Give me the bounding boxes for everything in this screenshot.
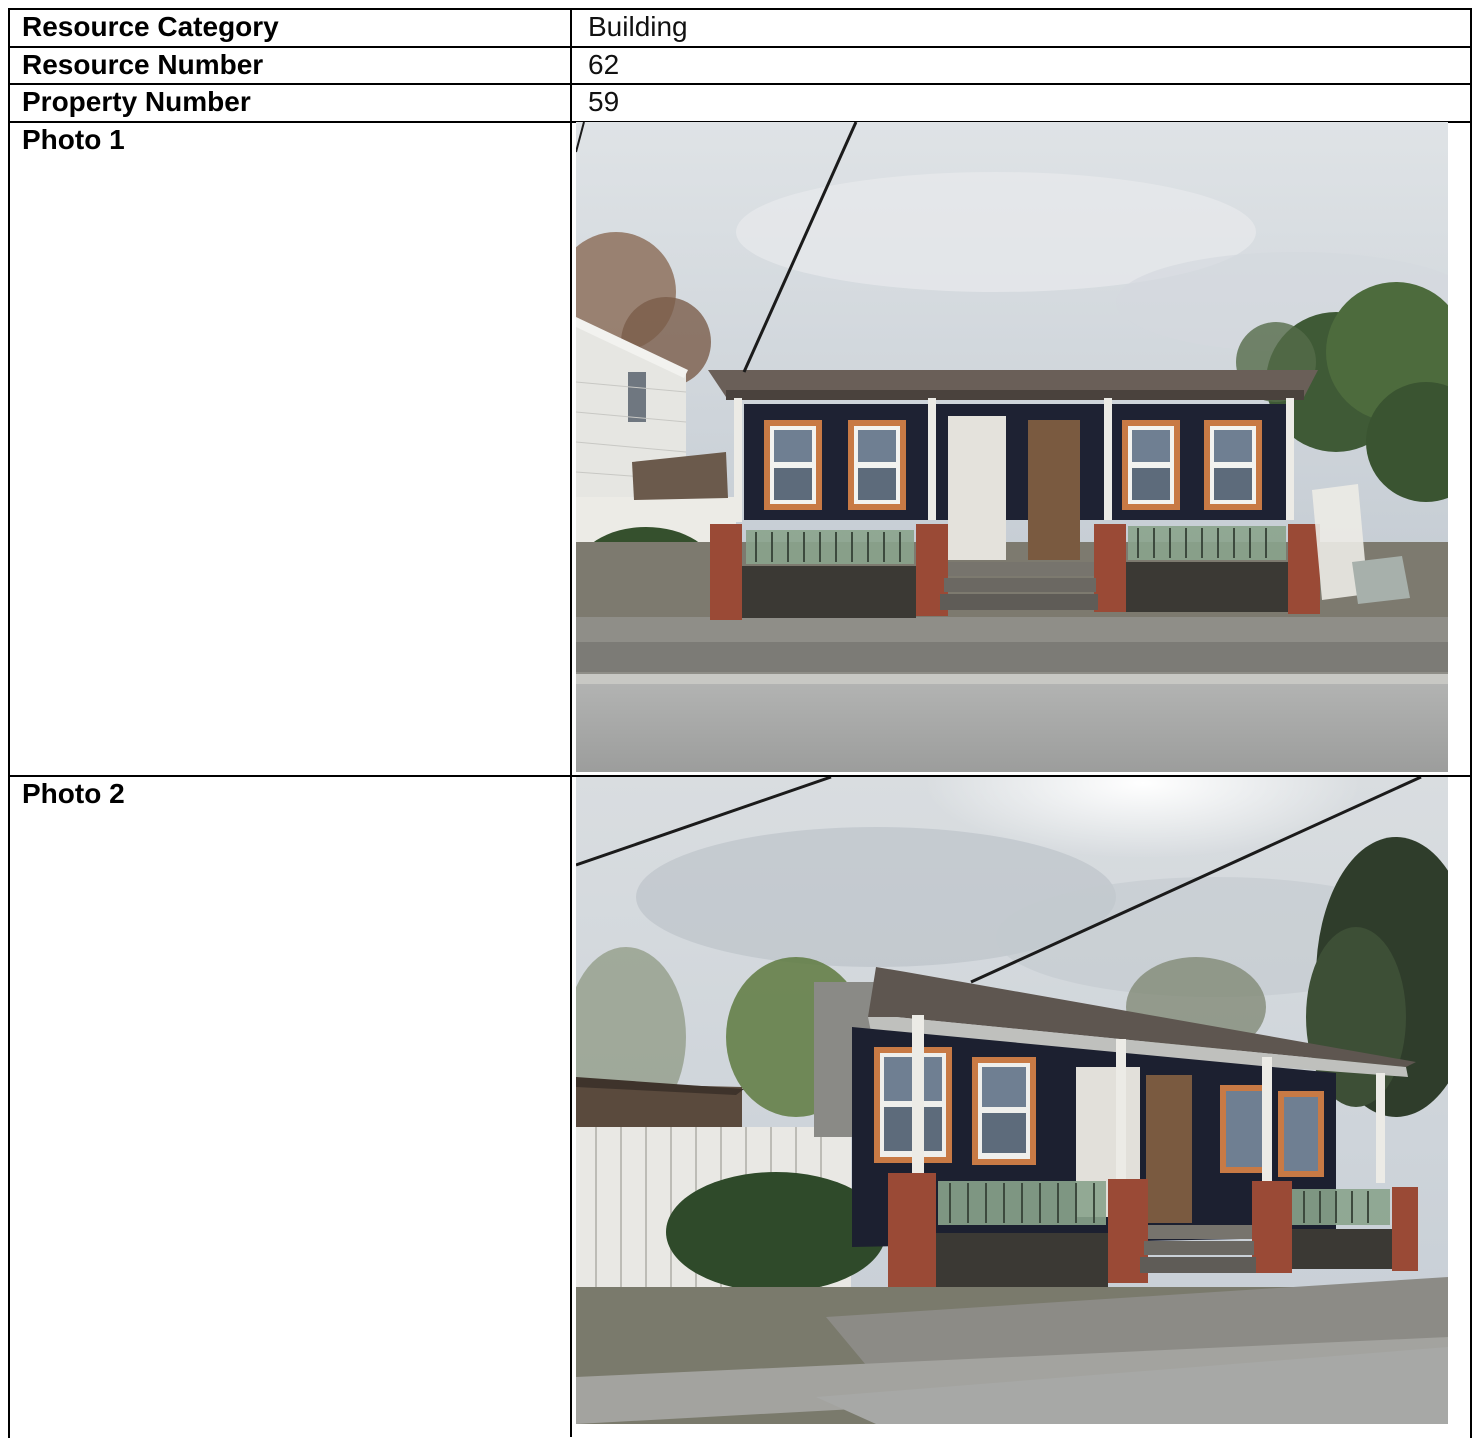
resource-number-label: Resource Number [10,48,572,83]
photo-2-image [576,777,1448,1424]
property-number-label: Property Number [10,85,572,121]
table-row: Property Number 59 [10,85,1470,123]
resource-number-value: 62 [588,49,620,80]
property-number-value: 59 [588,86,620,117]
photo-2-label: Photo 2 [10,777,572,1437]
photo-1-label: Photo 1 [10,123,572,775]
photo-1-image [576,122,1448,772]
table-row: Resource Category Building [10,10,1470,48]
resource-category-label: Resource Category [10,10,572,46]
table-row: Resource Number 62 [10,48,1470,85]
resource-category-value: Building [588,11,688,42]
